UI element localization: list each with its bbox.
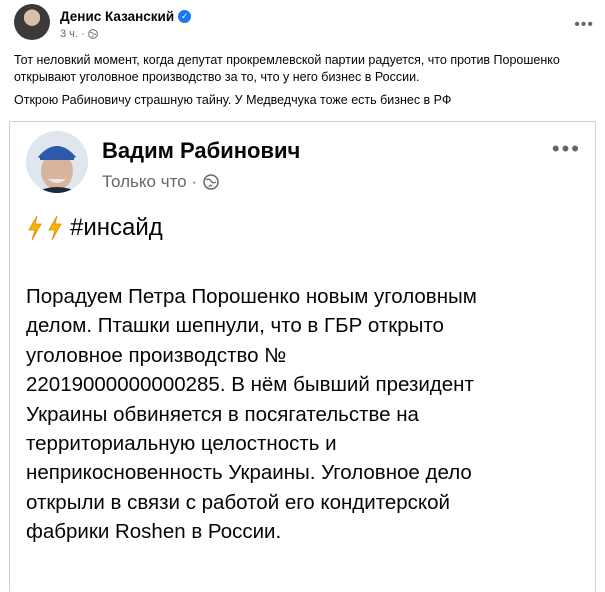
outer-post-time[interactable]: 3 ч. ·	[60, 28, 85, 40]
high-voltage-icon	[48, 215, 62, 241]
hashtag-line: #инсайд	[26, 214, 163, 242]
globe-icon	[87, 29, 98, 39]
shared-author-avatar[interactable]	[26, 131, 88, 193]
high-voltage-icon	[28, 215, 42, 241]
outer-author-name[interactable]: Денис Казанский	[60, 9, 174, 24]
shared-post-meta: Только что ·	[102, 172, 219, 192]
outer-author-avatar[interactable]	[14, 4, 50, 40]
verified-badge-icon: ✓	[178, 10, 192, 23]
shared-more-options-icon[interactable]: •••	[552, 136, 581, 162]
outer-post-paragraph-1: Тот неловкий момент, когда депутат прокр…	[14, 53, 560, 84]
shared-post-body: Порадуем Петра Порошенко новым уголовным…	[26, 285, 477, 544]
outer-post-paragraph-2: Открою Рабиновичу страшную тайну. У Медв…	[14, 93, 452, 107]
shared-post-time[interactable]: Только что ·	[102, 172, 197, 192]
outer-post-meta: 3 ч. ·	[60, 28, 98, 40]
hashtag-link[interactable]: #инсайд	[70, 214, 163, 242]
outer-post-header: Денис Казанский ✓ 3 ч. · •••	[14, 4, 594, 44]
outer-author-row: Денис Казанский ✓	[60, 9, 192, 24]
shared-author-name[interactable]: Вадим Рабинович	[102, 138, 300, 164]
globe-icon	[203, 174, 219, 190]
outer-more-options-icon[interactable]: •••	[574, 16, 594, 34]
shared-post-card[interactable]: Вадим Рабинович Только что · ••• #инсайд…	[9, 121, 596, 592]
